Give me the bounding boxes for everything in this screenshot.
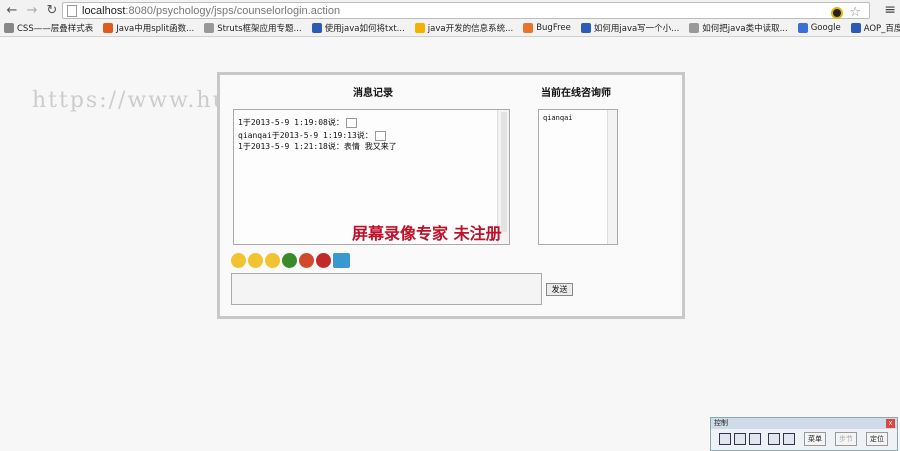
- menu-button[interactable]: 菜单: [804, 432, 826, 446]
- locate-button[interactable]: 定位: [866, 432, 888, 446]
- message-line: qianqai于2013-5-9 1:19:13说：: [238, 130, 386, 141]
- bookmark-favicon-icon: [204, 23, 215, 33]
- page-icon: [67, 4, 77, 17]
- emoji-icon[interactable]: [265, 253, 280, 268]
- bookmarks-bar: CSS——层叠样式表 Java中用split函数... Struts框架应用专题..…: [0, 20, 900, 37]
- recorder-control-window: 控制 x 菜单 步节 定位: [710, 417, 898, 451]
- url-path: :8080/psychology/jsps/counselorlogin.act…: [125, 4, 341, 17]
- window-icon[interactable]: [768, 433, 780, 445]
- bookmark-label: Google: [810, 23, 841, 33]
- emoji-icon[interactable]: [248, 253, 263, 268]
- message-input[interactable]: [231, 273, 542, 305]
- bookmark-label: CSS——层叠样式表: [17, 24, 94, 34]
- bookmark-item[interactable]: Struts框架应用专题...: [204, 22, 302, 34]
- emoji-icon[interactable]: [333, 253, 350, 268]
- message-line: 1于2013-5-9 1:19:08说：: [238, 117, 357, 128]
- bookmark-label: 使用java如何将txt...: [324, 24, 405, 34]
- bookmark-label: BugFree: [536, 23, 571, 33]
- url-host: localhost: [82, 4, 126, 17]
- address-bar[interactable]: localhost:8080/psychology/jsps/counselor…: [62, 2, 870, 19]
- bookmark-label: java开发的信息系统...: [427, 24, 514, 34]
- arrow-right-icon: →: [26, 2, 38, 18]
- bookmark-item[interactable]: CSS——层叠样式表: [4, 22, 93, 34]
- step-button[interactable]: 步节: [835, 432, 857, 446]
- bookmark-favicon-icon: [797, 23, 808, 33]
- online-counselor-list[interactable]: qianqai: [538, 109, 618, 245]
- back-button[interactable]: ←: [4, 2, 20, 18]
- bookmark-item[interactable]: Google: [797, 23, 841, 33]
- stop-button[interactable]: [749, 433, 761, 445]
- menu-icon[interactable]: ≡: [884, 2, 896, 18]
- bookmark-item[interactable]: 如何把java类中读取...: [689, 22, 788, 34]
- emoji-icon[interactable]: [282, 253, 297, 268]
- fullscreen-icon[interactable]: [783, 433, 795, 445]
- bookmark-favicon-icon: [103, 23, 114, 33]
- browser-toolbar: ← → ↻ localhost:8080/psychology/jsps/cou…: [0, 0, 900, 20]
- bookmark-label: Struts框架应用专题...: [217, 24, 302, 34]
- emoji-icon[interactable]: [231, 253, 246, 268]
- close-icon[interactable]: x: [886, 419, 895, 428]
- bookmark-star-icon[interactable]: ☆: [849, 6, 861, 19]
- bookmark-favicon-icon: [311, 23, 322, 33]
- online-scrollbar[interactable]: [607, 110, 617, 244]
- bookmark-item[interactable]: BugFree: [523, 23, 571, 33]
- bookmark-favicon-icon: [850, 23, 861, 33]
- bookmark-label: Java中用split函数...: [116, 24, 195, 34]
- bookmark-label: 如何把java类中读取...: [702, 24, 788, 34]
- broken-image-icon: [374, 130, 386, 141]
- bookmark-favicon-icon: [580, 23, 591, 33]
- emoji-icon[interactable]: [299, 253, 314, 268]
- arrow-left-icon: ←: [6, 2, 18, 18]
- bookmark-item[interactable]: Java中用split函数...: [103, 22, 194, 34]
- forward-button[interactable]: →: [24, 2, 40, 18]
- messages-title: 消息记录: [353, 88, 393, 99]
- online-user[interactable]: qianqai: [543, 114, 573, 122]
- reload-button[interactable]: ↻: [44, 2, 60, 18]
- reload-icon: ↻: [46, 2, 58, 18]
- online-counselors-title: 当前在线咨询师: [541, 88, 611, 99]
- control-title: 控制: [711, 418, 897, 429]
- bookmark-item[interactable]: 如何用java写一个小...: [580, 22, 680, 34]
- bookmark-favicon-icon: [689, 23, 700, 33]
- extension-icon[interactable]: [831, 6, 844, 19]
- bookmark-item[interactable]: AOP_百度百科: [850, 22, 900, 34]
- emoji-picker: [231, 253, 350, 268]
- bookmark-favicon-icon: [414, 23, 425, 33]
- broken-image-icon: [345, 117, 357, 128]
- bookmark-item[interactable]: 使用java如何将txt...: [311, 22, 405, 34]
- record-button[interactable]: [719, 433, 731, 445]
- message-line: 1于2013-5-9 1:21:18说：表情 我又来了: [238, 142, 397, 151]
- pause-button[interactable]: [734, 433, 746, 445]
- send-button[interactable]: 发送: [546, 283, 573, 296]
- bookmark-item[interactable]: java开发的信息系统...: [414, 22, 514, 34]
- bookmark-favicon-icon: [523, 23, 534, 33]
- chat-panel: 消息记录 当前在线咨询师 1于2013-5-9 1:19:08说： qianqa…: [217, 72, 685, 319]
- bookmark-favicon-icon: [4, 23, 14, 33]
- emoji-icon[interactable]: [316, 253, 331, 268]
- bookmark-label: AOP_百度百科: [863, 24, 900, 34]
- recorder-watermark: 屏幕录像专家 未注册: [352, 224, 502, 243]
- bookmark-label: 如何用java写一个小...: [593, 24, 680, 34]
